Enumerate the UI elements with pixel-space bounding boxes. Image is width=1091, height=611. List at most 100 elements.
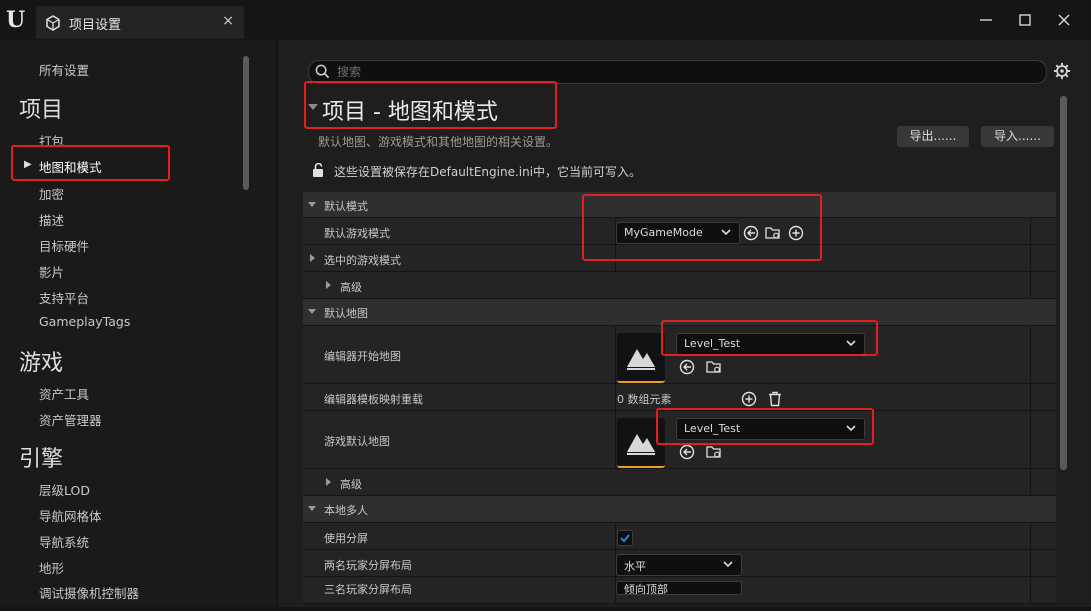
- row-use-splitscreen: 使用分屏: [303, 523, 1056, 550]
- three-player-layout-dropdown[interactable]: 倾向顶部: [616, 581, 742, 595]
- expand-arrow-icon: [308, 202, 316, 207]
- row-advanced-modes[interactable]: 高级: [303, 272, 1056, 299]
- chevron-down-icon: [846, 340, 856, 347]
- chevron-down-icon: [723, 561, 733, 568]
- tab-project-settings[interactable]: 项目设置 ×: [36, 6, 244, 39]
- sidebar-item-encryption[interactable]: 加密: [39, 184, 64, 203]
- advanced-label: 高级: [340, 281, 362, 294]
- gear-icon[interactable]: [1053, 62, 1071, 80]
- expand-arrow-icon: [310, 254, 315, 262]
- sidebar-item-asset-manager[interactable]: 资产管理器: [39, 410, 102, 429]
- sidebar-item-supported-platforms[interactable]: 支持平台: [39, 288, 89, 307]
- row-selected-game-mode[interactable]: 选中的游戏模式: [303, 245, 1056, 272]
- tab-title: 项目设置: [69, 18, 122, 33]
- sidebar-item-target-hardware[interactable]: 目标硬件: [39, 236, 89, 255]
- dropdown-value: MyGameMode: [624, 226, 703, 239]
- import-button[interactable]: 导入......: [981, 126, 1054, 147]
- sidebar-scrollbar[interactable]: [243, 56, 249, 190]
- settings-cube-icon: [46, 15, 60, 31]
- sidebar-item-debug-camera[interactable]: 调试摄像机控制器: [39, 583, 139, 602]
- category-label: 默认地图: [324, 307, 368, 320]
- maximize-icon[interactable]: [1015, 10, 1035, 30]
- column-divider: [1030, 326, 1031, 383]
- dropdown-value: 水平: [624, 560, 646, 573]
- search-box[interactable]: [308, 60, 1047, 84]
- column-divider: [615, 384, 616, 410]
- row-advanced-maps[interactable]: 高级: [303, 469, 1056, 496]
- sidebar-item-gameplay-tags[interactable]: GameplayTags: [39, 314, 130, 329]
- expand-arrow-icon: [326, 281, 331, 289]
- close-icon[interactable]: [1054, 10, 1074, 30]
- sidebar-item-description[interactable]: 描述: [39, 210, 64, 229]
- sidebar-item-nav-system[interactable]: 导航系统: [39, 532, 89, 551]
- sidebar-item-asset-tools[interactable]: 资产工具: [39, 384, 89, 403]
- use-selected-icon[interactable]: [743, 225, 759, 241]
- sidebar-category-engine: 引擎: [19, 447, 64, 472]
- sidebar-item-all-settings[interactable]: 所有设置: [39, 60, 89, 79]
- use-selected-icon[interactable]: [679, 444, 695, 460]
- use-splitscreen-checkbox[interactable]: [617, 530, 633, 546]
- sidebar-item-navmesh[interactable]: 导航网格体: [39, 506, 102, 525]
- column-divider: [1030, 272, 1031, 298]
- sidebar-category-project: 项目: [19, 98, 64, 123]
- chevron-down-icon: [721, 229, 731, 236]
- category-default-maps[interactable]: 默认地图: [303, 299, 1056, 326]
- export-button[interactable]: 导出......: [897, 126, 969, 147]
- property-label: 游戏默认地图: [324, 435, 390, 448]
- column-divider: [1030, 469, 1031, 495]
- tab-close-button[interactable]: ×: [222, 13, 234, 29]
- category-label: 默认模式: [324, 200, 368, 213]
- column-divider: [1030, 523, 1031, 549]
- level-thumbnail-icon[interactable]: [617, 418, 665, 468]
- property-label: 选中的游戏模式: [324, 254, 401, 267]
- column-divider: [615, 326, 616, 383]
- category-local-multiplayer[interactable]: 本地多人: [303, 496, 1056, 523]
- details-scrollbar[interactable]: [1060, 96, 1067, 470]
- unlock-icon: [313, 163, 323, 177]
- array-count-text: 0 数组元素: [617, 393, 672, 406]
- minimize-icon[interactable]: [976, 10, 996, 30]
- property-label: 两名玩家分屏布局: [324, 559, 412, 572]
- level-thumbnail-icon[interactable]: [617, 333, 665, 383]
- category-default-modes[interactable]: 默认模式: [303, 192, 1056, 218]
- sidebar-category-game: 游戏: [19, 351, 64, 376]
- column-divider: [1030, 384, 1031, 410]
- game-default-map-dropdown[interactable]: Level_Test: [676, 418, 865, 440]
- sidebar-item-hlod[interactable]: 层级LOD: [39, 480, 90, 499]
- checkmark-icon: [620, 534, 630, 543]
- browse-folder-icon[interactable]: [706, 444, 722, 460]
- browse-folder-icon[interactable]: [706, 359, 722, 375]
- sidebar-item-landscape[interactable]: 地形: [39, 558, 64, 577]
- editor-startup-map-dropdown[interactable]: Level_Test: [676, 333, 865, 355]
- column-divider: [1030, 550, 1031, 576]
- game-mode-dropdown[interactable]: MyGameMode: [616, 222, 740, 244]
- unreal-logo-icon[interactable]: U: [6, 8, 30, 32]
- two-player-layout-dropdown[interactable]: 水平: [616, 554, 742, 576]
- sidebar-item-maps-modes[interactable]: 地图和模式: [39, 157, 102, 176]
- use-selected-icon[interactable]: [679, 359, 695, 375]
- property-label: 使用分屏: [324, 532, 368, 545]
- row-editor-template-override: 编辑器模板映射重载 0 数组元素: [303, 384, 1056, 411]
- sidebar-item-packaging[interactable]: 打包: [39, 131, 64, 150]
- chevron-down-icon: [846, 425, 856, 432]
- column-divider: [1030, 218, 1031, 244]
- trash-icon[interactable]: [767, 391, 783, 407]
- property-label: 三名玩家分屏布局: [324, 583, 412, 596]
- selected-arrow-icon: ▶: [24, 159, 32, 170]
- search-input[interactable]: [335, 62, 1039, 82]
- property-label: 默认游戏模式: [324, 227, 390, 240]
- section-collapse-icon[interactable]: [308, 104, 318, 110]
- page-title: 项目 - 地图和模式: [322, 100, 498, 125]
- add-element-icon[interactable]: [741, 391, 757, 407]
- add-new-icon[interactable]: [788, 225, 804, 241]
- sidebar-item-movies[interactable]: 影片: [39, 262, 64, 281]
- property-label: 编辑器开始地图: [324, 350, 401, 363]
- column-divider: [615, 523, 616, 549]
- advanced-label: 高级: [340, 478, 362, 491]
- settings-sidebar: 所有设置 项目 打包 ▶ 地图和模式 加密 描述 目标硬件 影片 支持平台 Ga…: [0, 40, 276, 607]
- category-label: 本地多人: [324, 504, 368, 517]
- dropdown-value: Level_Test: [684, 337, 741, 350]
- column-divider: [1030, 577, 1031, 603]
- column-divider: [615, 245, 616, 271]
- browse-folder-icon[interactable]: [765, 225, 781, 241]
